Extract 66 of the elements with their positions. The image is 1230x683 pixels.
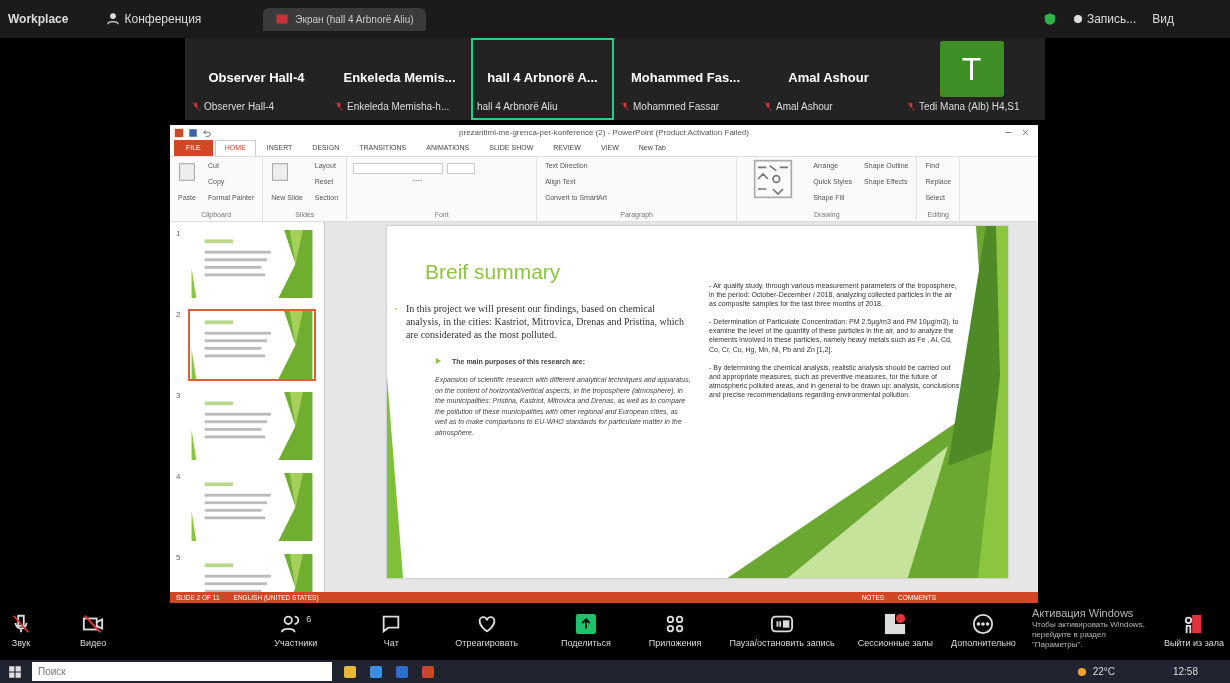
activation-title: Активация Windows (1032, 606, 1134, 621)
meeting-icon (106, 12, 121, 26)
weather-text: 22°C (1092, 665, 1115, 679)
window-title: prezantimi-me-grenca-per-konference (2) - PowerPoint (Product Activation Failed) (459, 126, 749, 139)
toolbar-button[interactable]: Отреагировать (451, 612, 523, 651)
undo-icon[interactable] (202, 127, 212, 138)
slide-title: Breif summary (425, 259, 562, 285)
toolbar-button[interactable]: Поделиться (557, 612, 615, 651)
slide-number: 3 (176, 390, 182, 402)
toolbar-button[interactable]: Пауза/остановить запись (725, 612, 839, 651)
clock-time: 12:58 (1172, 665, 1198, 679)
app-name: Workplace (8, 11, 69, 28)
shield-icon (1042, 12, 1057, 26)
save-icon[interactable] (188, 127, 198, 138)
view-button[interactable]: Вид (1152, 10, 1174, 28)
participant-tile[interactable]: Amal Ashour Amal Ashour (757, 38, 900, 120)
screen-icon (275, 13, 290, 25)
participant-tile[interactable]: T Tedi Mana (Alb) H4,S1 (900, 38, 1043, 120)
slide-number: 1 (176, 228, 182, 240)
toolbar-button[interactable]: Чат (376, 612, 407, 651)
toolbar-button[interactable]: Дополнительно (947, 612, 1020, 651)
participant-name: Mohammed Fas... (630, 68, 741, 87)
participant-label: Tedi Mana (Alb) H4,S1 (919, 100, 1020, 114)
toolbar-button[interactable]: Сессионные залы (853, 612, 938, 651)
toolbar-button[interactable]: Видео (76, 612, 111, 651)
participant-name: Enkeleda Memis... (343, 68, 456, 87)
slide-number: 4 (176, 471, 182, 483)
avatar: T (939, 41, 1004, 97)
participant-label: Observer Hall-4 (204, 100, 275, 114)
participant-label: Enkeleda Memisha-h... (347, 100, 450, 114)
windows-start-icon[interactable] (8, 664, 22, 679)
recording-label: Запись... (1086, 11, 1137, 28)
slide-thumbnail[interactable] (188, 309, 316, 381)
participant-name: Amal Ashour (788, 68, 869, 87)
more-icon (972, 612, 995, 635)
participant-name: Observer Hall-4 (208, 68, 305, 87)
participant-tile[interactable]: Mohammed Fas... Mohammed Fassar (614, 38, 757, 120)
participant-name: hall 4 Arbnorë A... (487, 68, 598, 87)
slide-number: 2 (176, 309, 182, 321)
meeting-title: Конференция (124, 11, 202, 28)
share-tab[interactable]: Экран (hall 4 Arbnorë Aliu) (263, 7, 426, 31)
taskbar-app-icon[interactable] (342, 663, 358, 680)
participant-tile[interactable]: Enkeleda Memis... Enkeleda Memisha-h... (328, 38, 471, 120)
participant-label: Mohammed Fassar (633, 100, 720, 114)
slide-number: 5 (176, 552, 182, 564)
participant-label: Amal Ashour (776, 100, 833, 114)
toolbar-button[interactable]: Приложения (644, 612, 706, 651)
slide-paragraph: In this project we will present our findings, based on chemical analysis, in the cities: Kastriot, Mitrovica, Drenas and Pristina, which are considerated as the most polluted. (405, 301, 685, 341)
powerpoint-logo-icon (174, 127, 184, 138)
activation-text: Чтобы активировать Windows, перейдите в раздел "Параметры". (1032, 620, 1146, 650)
record-dot-icon (1072, 14, 1083, 24)
leave-button[interactable]: Выйти из зала (1159, 612, 1229, 651)
bullet-icon (435, 356, 442, 365)
breakout-rooms-icon (884, 612, 907, 635)
close-icon[interactable] (1021, 128, 1030, 137)
participant-count: 6 (306, 612, 312, 626)
taskbar-search-field[interactable]: Поиск (32, 662, 332, 681)
font-size-field[interactable] (447, 163, 476, 174)
font-name-field[interactable] (353, 163, 444, 174)
taskbar-app-icon[interactable] (368, 663, 384, 680)
participant-label: hall 4 Arbnorë Aliu (477, 100, 558, 114)
participant-tile[interactable]: Observer Hall-4 Observer Hall-4 (185, 38, 328, 120)
share-screen-icon (574, 612, 597, 635)
participant-tile[interactable]: hall 4 Arbnorë A... hall 4 Arbnorë Aliu (471, 38, 614, 120)
toolbar-button[interactable]: 6 Участники (270, 612, 322, 651)
toolbar-button[interactable]: Звук (6, 612, 36, 651)
